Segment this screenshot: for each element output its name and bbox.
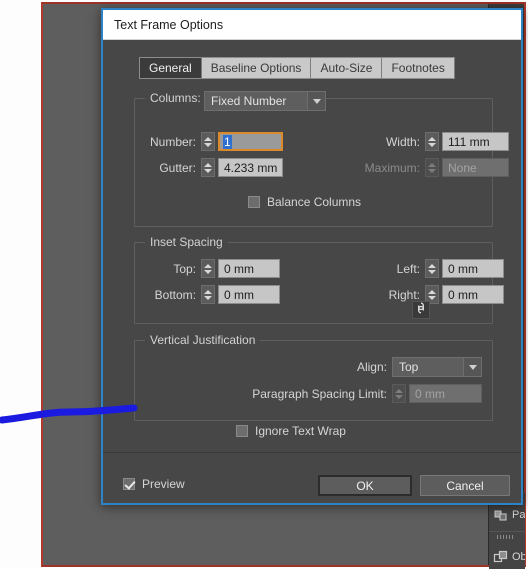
- align-value: Top: [399, 360, 419, 374]
- inset-bottom-label: Bottom:: [154, 288, 196, 302]
- inset-right-input[interactable]: 0 mm: [442, 285, 504, 304]
- gutter-label: Gutter:: [159, 161, 196, 175]
- inset-top-input[interactable]: 0 mm: [218, 259, 280, 278]
- align-label: Align:: [356, 360, 387, 374]
- vertical-justification-group: Vertical Justification: [134, 333, 493, 421]
- balance-columns-checkbox-row[interactable]: Balance Columns: [248, 195, 361, 209]
- chain-link-icon: [414, 301, 428, 320]
- paragraph-spacing-limit-stepper: [392, 384, 406, 403]
- inset-link-toggle[interactable]: [412, 301, 430, 319]
- dock-item-label: Pathf: [512, 508, 525, 521]
- dock-item-label: Obje: [512, 550, 525, 563]
- align-dropdown[interactable]: Top: [392, 357, 482, 377]
- width-input[interactable]: 111 mm: [442, 132, 509, 151]
- preview-checkbox[interactable]: [123, 478, 135, 490]
- width-label: Width:: [385, 135, 420, 149]
- tab-baseline-options[interactable]: Baseline Options: [201, 57, 312, 79]
- dialog-title: Text Frame Options: [114, 17, 224, 32]
- left-white-margin: [0, 0, 41, 569]
- width-stepper[interactable]: [425, 132, 439, 151]
- number-input[interactable]: 1: [218, 132, 283, 151]
- number-stepper[interactable]: [201, 132, 215, 151]
- maximum-stepper: [425, 158, 439, 177]
- preview-label: Preview: [142, 477, 185, 491]
- dialog-body: General Baseline Options Auto-Size Footn…: [103, 40, 521, 503]
- maximum-label: Maximum:: [364, 161, 420, 175]
- balance-columns-checkbox[interactable]: [248, 196, 260, 208]
- number-input-value: 1: [223, 134, 232, 149]
- preview-row[interactable]: Preview: [123, 477, 185, 491]
- inset-left-stepper[interactable]: [425, 259, 439, 278]
- inset-top-label: Top:: [173, 262, 196, 276]
- inset-left-input[interactable]: 0 mm: [442, 259, 504, 278]
- inset-bottom-stepper[interactable]: [201, 285, 215, 304]
- dialog-titlebar[interactable]: Text Frame Options: [103, 10, 521, 40]
- tab-auto-size[interactable]: Auto-Size: [311, 57, 383, 79]
- maximum-input: None: [442, 158, 509, 177]
- inset-left-label: Left:: [396, 262, 420, 276]
- panel-grip-icon[interactable]: [497, 535, 515, 539]
- chevron-down-icon[interactable]: [463, 358, 481, 376]
- gutter-input[interactable]: 4.233 mm: [218, 158, 283, 177]
- ok-button[interactable]: OK: [318, 475, 412, 496]
- footer-separator: [103, 452, 521, 453]
- columns-type-dropdown[interactable]: Fixed Number: [204, 91, 326, 111]
- inset-bottom-input[interactable]: 0 mm: [218, 285, 280, 304]
- tab-strip: General Baseline Options Auto-Size Footn…: [139, 57, 455, 79]
- ignore-text-wrap-row[interactable]: Ignore Text Wrap: [236, 424, 346, 438]
- cancel-button[interactable]: Cancel: [420, 475, 510, 496]
- inset-spacing-legend: Inset Spacing: [145, 235, 228, 249]
- pathfinder-icon: [493, 507, 509, 523]
- tab-general[interactable]: General: [139, 57, 202, 79]
- annotation-arrow: [0, 404, 138, 424]
- ignore-text-wrap-label: Ignore Text Wrap: [255, 424, 346, 438]
- text-frame-options-dialog: Text Frame Options General Baseline Opti…: [101, 8, 523, 505]
- chevron-down-icon[interactable]: [307, 92, 325, 110]
- balance-columns-label: Balance Columns: [267, 195, 362, 209]
- inset-right-label: Right:: [388, 288, 420, 302]
- ignore-text-wrap-checkbox[interactable]: [236, 425, 248, 437]
- gutter-stepper[interactable]: [201, 158, 215, 177]
- paragraph-spacing-limit-label: Paragraph Spacing Limit:: [252, 387, 387, 401]
- object-styles-icon: [493, 549, 509, 565]
- inset-spacing-group: Inset Spacing: [134, 235, 493, 324]
- paragraph-spacing-limit-input: 0 mm: [409, 384, 482, 403]
- vertical-justification-legend: Vertical Justification: [145, 333, 261, 347]
- number-label: Number:: [149, 135, 196, 149]
- columns-group-legend: Columns:: [145, 91, 206, 105]
- columns-type-value: Fixed Number: [211, 94, 287, 108]
- tab-footnotes[interactable]: Footnotes: [382, 57, 455, 79]
- inset-top-stepper[interactable]: [201, 259, 215, 278]
- dock-item-object-styles[interactable]: Obje: [489, 531, 525, 569]
